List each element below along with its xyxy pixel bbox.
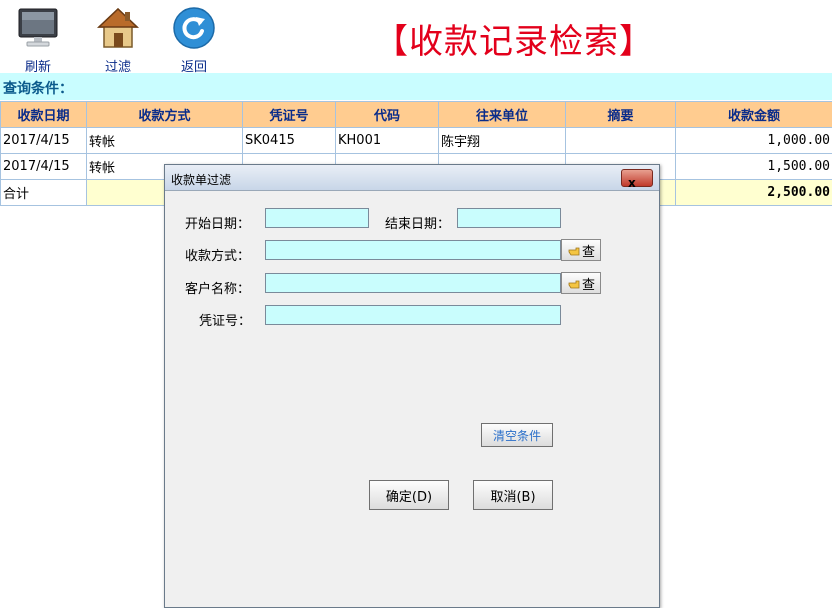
- customer-lookup-label: 查: [582, 274, 595, 293]
- ok-label: 确定(D): [386, 486, 432, 505]
- cell-amount: 1,000.00: [676, 128, 832, 154]
- method-lookup-label: 查: [582, 241, 595, 260]
- end-date-label: 结束日期：: [385, 213, 450, 232]
- close-button[interactable]: x: [621, 169, 653, 187]
- start-date-input[interactable]: [265, 208, 369, 228]
- back-arrow-icon: [172, 6, 216, 50]
- page-title: 【收款记录检索】: [374, 14, 654, 63]
- customer-input[interactable]: [265, 273, 561, 293]
- cell-method: 转帐: [87, 128, 243, 154]
- clear-label: 清空条件: [493, 427, 541, 444]
- voucher-label: 凭证号：: [199, 310, 251, 329]
- pointing-hand-icon: [567, 276, 581, 290]
- total-label: 合计: [1, 180, 87, 206]
- method-input[interactable]: [265, 240, 561, 260]
- dialog-titlebar[interactable]: 收款单过滤 x: [165, 165, 659, 191]
- filter-dialog: 收款单过滤 x 开始日期： 结束日期： 收款方式： 查 客户名称： 查 凭证号：…: [164, 164, 660, 608]
- table-header-row: 收款日期 收款方式 凭证号 代码 往来单位 摘要 收款金额: [1, 102, 832, 128]
- voucher-input[interactable]: [265, 305, 561, 325]
- cell-code: KH001: [336, 128, 439, 154]
- dialog-title: 收款单过滤: [171, 171, 231, 188]
- column-header[interactable]: 收款方式: [87, 102, 243, 128]
- cell-date: 2017/4/15: [1, 154, 87, 180]
- cell-summary: [566, 128, 676, 154]
- query-label: 查询条件：: [3, 78, 73, 98]
- close-icon: x: [628, 176, 636, 191]
- method-lookup-button[interactable]: 查: [561, 239, 601, 261]
- column-header[interactable]: 收款金额: [676, 102, 832, 128]
- customer-label: 客户名称：: [185, 278, 250, 297]
- start-date-label: 开始日期：: [185, 213, 250, 232]
- filter-button[interactable]: 过滤: [88, 6, 148, 75]
- column-header[interactable]: 代码: [336, 102, 439, 128]
- home-icon: [96, 6, 140, 50]
- end-date-input[interactable]: [457, 208, 561, 228]
- customer-lookup-button[interactable]: 查: [561, 272, 601, 294]
- cancel-label: 取消(B): [490, 486, 535, 505]
- ok-button[interactable]: 确定(D): [369, 480, 449, 510]
- column-header[interactable]: 凭证号: [243, 102, 336, 128]
- cell-amount: 1,500.00: [676, 154, 832, 180]
- cancel-button[interactable]: 取消(B): [473, 480, 553, 510]
- back-button[interactable]: 返回: [164, 6, 224, 75]
- total-amount: 2,500.00: [676, 180, 832, 206]
- cell-unit: 陈宇翔: [439, 128, 566, 154]
- query-bar: 查询条件：: [0, 73, 832, 100]
- column-header[interactable]: 收款日期: [1, 102, 87, 128]
- clear-button[interactable]: 清空条件: [481, 423, 553, 447]
- refresh-button[interactable]: 刷新: [8, 6, 68, 75]
- table-row[interactable]: 2017/4/15 转帐 SK0415 KH001 陈宇翔 1,000.00: [1, 128, 832, 154]
- column-header[interactable]: 摘要: [566, 102, 676, 128]
- method-label: 收款方式：: [185, 245, 250, 264]
- cell-voucher: SK0415: [243, 128, 336, 154]
- cell-date: 2017/4/15: [1, 128, 87, 154]
- column-header[interactable]: 往来单位: [439, 102, 566, 128]
- pointing-hand-icon: [567, 243, 581, 257]
- monitor-icon: [16, 6, 60, 50]
